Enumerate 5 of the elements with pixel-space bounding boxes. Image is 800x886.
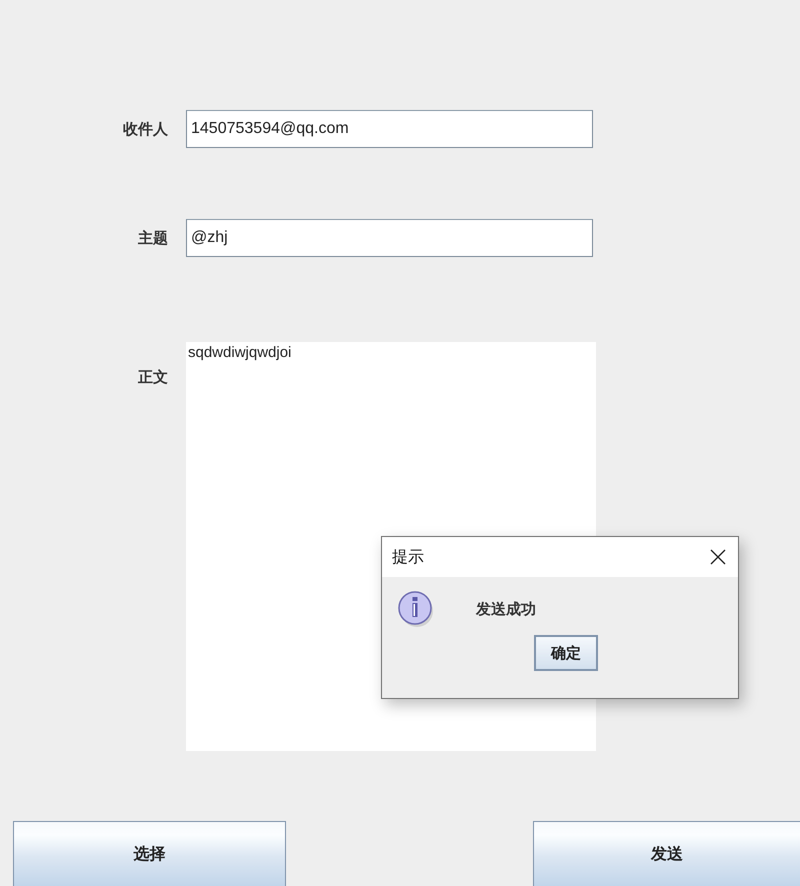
field-label: 主题 — [138, 228, 168, 248]
field-label: 正文 — [138, 368, 168, 387]
dialog-message: 发送成功 — [476, 600, 536, 618]
dialog-title: 提示 — [392, 548, 424, 568]
field-label: 收件人 — [123, 120, 168, 138]
